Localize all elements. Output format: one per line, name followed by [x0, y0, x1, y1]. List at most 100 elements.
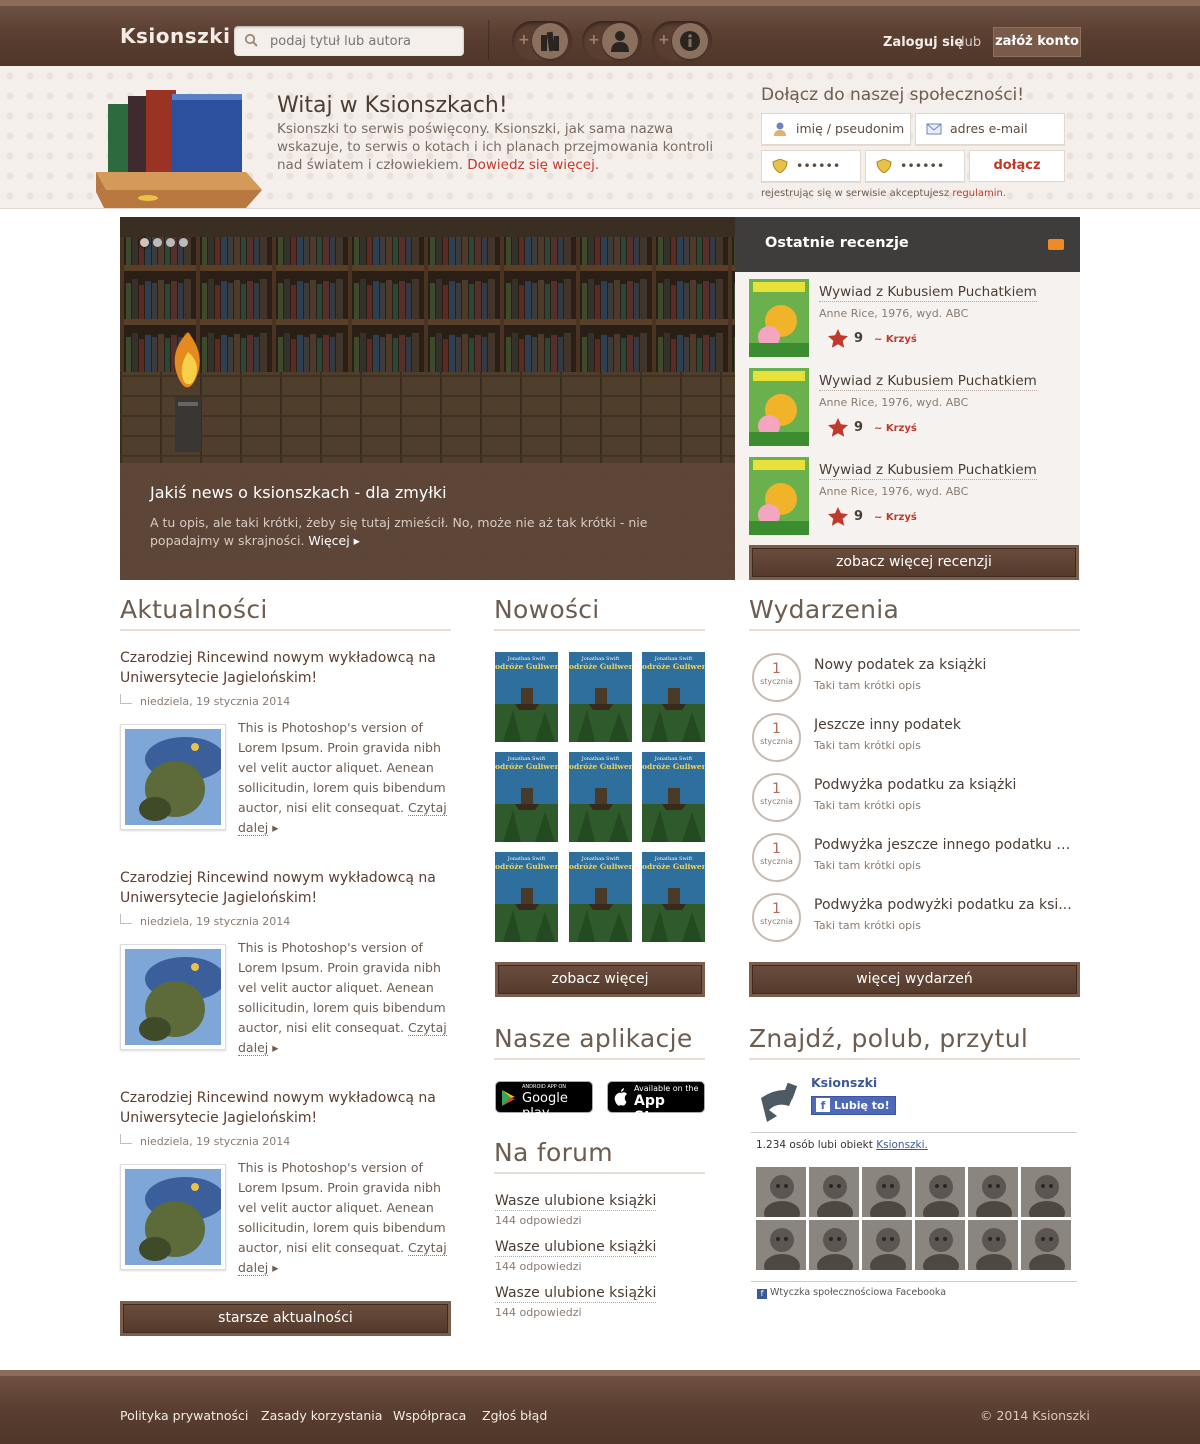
- event-title[interactable]: Jeszcze inny podatek: [814, 717, 1076, 733]
- event-desc: Taki tam krótki opis: [814, 739, 921, 752]
- search-input[interactable]: [270, 32, 455, 50]
- google-play-badge[interactable]: ANDROID APP ON Google play: [495, 1081, 593, 1121]
- book-cover[interactable]: Jonathan SwiftPodróże Guliwera: [637, 652, 711, 742]
- review-title[interactable]: Wywiad z Kubusiem Puchatkiem: [819, 373, 1037, 391]
- fb-fan-avatar[interactable]: [756, 1220, 806, 1278]
- logo[interactable]: Ksionszki: [120, 24, 230, 48]
- forum-thread-title[interactable]: Wasze ulubione książki: [495, 1193, 657, 1211]
- fb-fan-avatar[interactable]: [862, 1167, 912, 1225]
- terms-link[interactable]: regulamin: [952, 188, 1003, 199]
- book-cover-art: Jonathan SwiftPodróże Guliwera: [564, 852, 638, 942]
- password-repeat-field[interactable]: ••••••: [865, 150, 965, 182]
- book-cover[interactable]: Jonathan SwiftPodróże Guliwera: [490, 852, 564, 942]
- fb-fan-avatar[interactable]: [1021, 1220, 1071, 1278]
- register-button[interactable]: załóż konto: [993, 27, 1081, 57]
- news-title[interactable]: Czarodziej Rincewind nowym wykładowcą na…: [120, 648, 450, 688]
- book-cover: [749, 279, 809, 357]
- book-cover[interactable]: Jonathan SwiftPodróże Guliwera: [637, 852, 711, 942]
- slider-dot[interactable]: [140, 238, 149, 247]
- fb-fan-avatar[interactable]: [862, 1220, 912, 1278]
- slider-dot[interactable]: [166, 238, 175, 247]
- reviews-title: Ostatnie recenzje: [765, 235, 909, 251]
- slider-dot[interactable]: [153, 238, 162, 247]
- fb-fan-avatar[interactable]: [809, 1220, 859, 1278]
- news-thumbnail[interactable]: [120, 1164, 226, 1270]
- slide-more-link[interactable]: Więcej ▸: [308, 533, 360, 548]
- event-desc: Taki tam krótki opis: [814, 859, 921, 872]
- slider-dot[interactable]: [179, 238, 188, 247]
- book-cover[interactable]: Jonathan SwiftPodróże Guliwera: [637, 752, 711, 842]
- nav-user-button[interactable]: +: [582, 21, 642, 61]
- plus-icon: +: [588, 32, 600, 48]
- fb-like-button[interactable]: Lubię to!: [811, 1096, 896, 1115]
- book-cover[interactable]: Jonathan SwiftPodróże Guliwera: [564, 652, 638, 742]
- fb-fan-avatar[interactable]: [1021, 1167, 1071, 1225]
- event-title[interactable]: Podwyżka jeszcze innego podatku z...: [814, 837, 1076, 853]
- book-cover[interactable]: Jonathan SwiftPodróże Guliwera: [564, 852, 638, 942]
- name-field[interactable]: imię / pseudonim: [761, 113, 911, 145]
- learn-more-link[interactable]: Dowiedz się więcej.: [467, 157, 599, 173]
- review-item[interactable]: Wywiad z Kubusiem Puchatkiem Anne Rice, …: [749, 457, 1080, 537]
- fb-page-link[interactable]: Ksionszki.: [876, 1139, 928, 1151]
- forum-thread-title[interactable]: Wasze ulubione książki: [495, 1239, 657, 1257]
- book-cover[interactable]: Jonathan SwiftPodróże Guliwera: [490, 652, 564, 742]
- fb-page-name[interactable]: Ksionszki: [811, 1075, 877, 1090]
- review-author[interactable]: ~ Krzyś: [874, 334, 917, 345]
- event-date: 1 stycznia: [752, 653, 801, 702]
- app-store-badge[interactable]: Available on the App Store: [607, 1081, 705, 1125]
- rss-icon[interactable]: [1048, 239, 1064, 250]
- slide-title[interactable]: Jakiś news o ksionszkach - dla zmyłki: [150, 483, 447, 502]
- news-title[interactable]: Czarodziej Rincewind nowym wykładowcą na…: [120, 868, 450, 908]
- review-author[interactable]: ~ Krzyś: [874, 423, 917, 434]
- news-thumbnail[interactable]: [120, 724, 226, 830]
- review-title[interactable]: Wywiad z Kubusiem Puchatkiem: [819, 284, 1037, 302]
- book-cover-title: Podróże Guliwera: [495, 662, 558, 671]
- event-date: 1 stycznia: [752, 773, 801, 822]
- avatar: [915, 1167, 965, 1225]
- nav-books-button[interactable]: +: [512, 21, 572, 61]
- news-slider[interactable]: Jakiś news o ksionszkach - dla zmyłki A …: [120, 217, 735, 580]
- password-field[interactable]: ••••••: [761, 150, 861, 182]
- event-title[interactable]: Podwyżka podatku za książki: [814, 777, 1076, 793]
- event-desc: Taki tam krótki opis: [814, 919, 921, 932]
- review-author[interactable]: ~ Krzyś: [874, 512, 917, 523]
- book-cover[interactable]: Jonathan SwiftPodróże Guliwera: [564, 752, 638, 842]
- fb-fan-avatar[interactable]: [968, 1167, 1018, 1225]
- login-link[interactable]: Zaloguj się: [883, 35, 963, 50]
- cooperation-link[interactable]: Współpraca: [393, 1408, 466, 1423]
- news-title[interactable]: Czarodziej Rincewind nowym wykładowcą na…: [120, 1088, 450, 1128]
- news-thumbnail[interactable]: [120, 944, 226, 1050]
- older-news-button[interactable]: starsze aktualności: [120, 1301, 451, 1336]
- review-title[interactable]: Wywiad z Kubusiem Puchatkiem: [819, 462, 1037, 480]
- book-cover-art: Jonathan SwiftPodróże Guliwera: [490, 752, 564, 842]
- email-field[interactable]: adres e-mail: [915, 113, 1065, 145]
- nav-info-button[interactable]: +: [652, 21, 712, 61]
- divider: [749, 629, 1080, 631]
- fb-fan-avatar[interactable]: [968, 1220, 1018, 1278]
- search-box[interactable]: [234, 26, 464, 56]
- review-item[interactable]: Wywiad z Kubusiem Puchatkiem Anne Rice, …: [749, 368, 1080, 448]
- terms-of-use-link[interactable]: Zasady korzystania: [261, 1408, 382, 1423]
- more-reviews-button[interactable]: zobacz więcej recenzji: [749, 545, 1079, 580]
- more-books-button[interactable]: zobacz więcej: [495, 962, 705, 997]
- join-button[interactable]: dołącz: [969, 150, 1065, 182]
- fb-fan-avatar[interactable]: [915, 1167, 965, 1225]
- book-cover[interactable]: Jonathan SwiftPodróże Guliwera: [490, 752, 564, 842]
- fb-fan-avatar[interactable]: [809, 1167, 859, 1225]
- fb-fan-avatar[interactable]: [915, 1220, 965, 1278]
- new-books-heading: Nowości: [494, 595, 600, 624]
- review-meta: Anne Rice, 1976, wyd. ABC: [819, 307, 969, 320]
- forum-thread-title[interactable]: Wasze ulubione książki: [495, 1285, 657, 1303]
- privacy-link[interactable]: Polityka prywatności: [120, 1408, 248, 1423]
- avatar: [862, 1167, 912, 1225]
- report-bug-link[interactable]: Zgłoś błąd: [482, 1408, 547, 1423]
- event-date: 1 stycznia: [752, 893, 801, 942]
- latest-reviews: Ostatnie recenzje Wywiad z Kubusiem Puch…: [735, 217, 1080, 580]
- more-events-button[interactable]: więcej wydarzeń: [749, 962, 1080, 997]
- fb-fan-avatar[interactable]: [756, 1167, 806, 1225]
- event-title[interactable]: Nowy podatek za książki: [814, 657, 1076, 673]
- event-title[interactable]: Podwyżka podwyżki podatku za ksi...: [814, 897, 1076, 913]
- review-item[interactable]: Wywiad z Kubusiem Puchatkiem Anne Rice, …: [749, 279, 1080, 359]
- news-heading: Aktualności: [120, 595, 268, 624]
- envelope-icon: [926, 123, 942, 135]
